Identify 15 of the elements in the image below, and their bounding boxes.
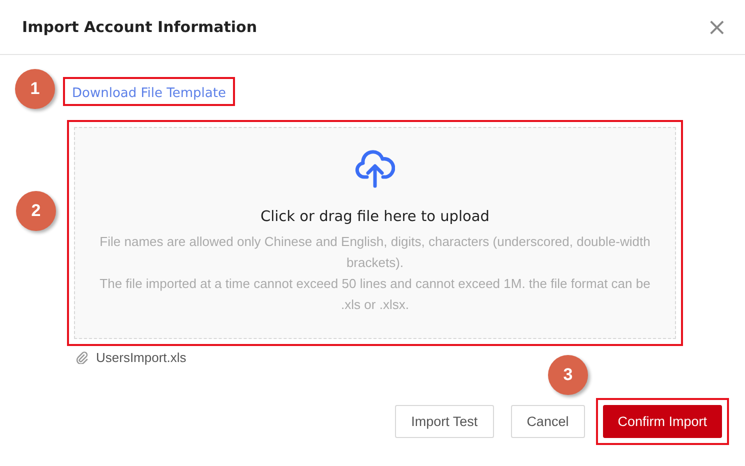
step-number-badge: 2 [16,191,56,231]
step-number-badge: 3 [548,355,588,395]
confirm-button[interactable]: Confirm Import [602,405,722,438]
upload-title: Click or drag file here to upload [260,209,490,225]
file-name: UsersImport.xls [96,350,186,365]
upload-hint: The file imported at a time cannot exceed 50 lines and cannot exceed 1M. the file format can be .xls or .xlsx. [98,275,652,314]
cloud-upload-icon [355,150,395,188]
dialog-button[interactable]: Import Test [395,405,494,438]
dialog-title: Import Account Information [22,18,258,36]
dialog-button[interactable]: Cancel [510,405,585,438]
close-button[interactable]: × [702,15,731,39]
paperclip-icon [76,351,88,364]
download-template-link[interactable]: Download File Template [72,86,226,101]
upload-hint: File names are allowed only Chinese and English, digits, characters (underscored, double-width brackets). [98,233,652,272]
step-number-badge: 1 [15,69,55,109]
